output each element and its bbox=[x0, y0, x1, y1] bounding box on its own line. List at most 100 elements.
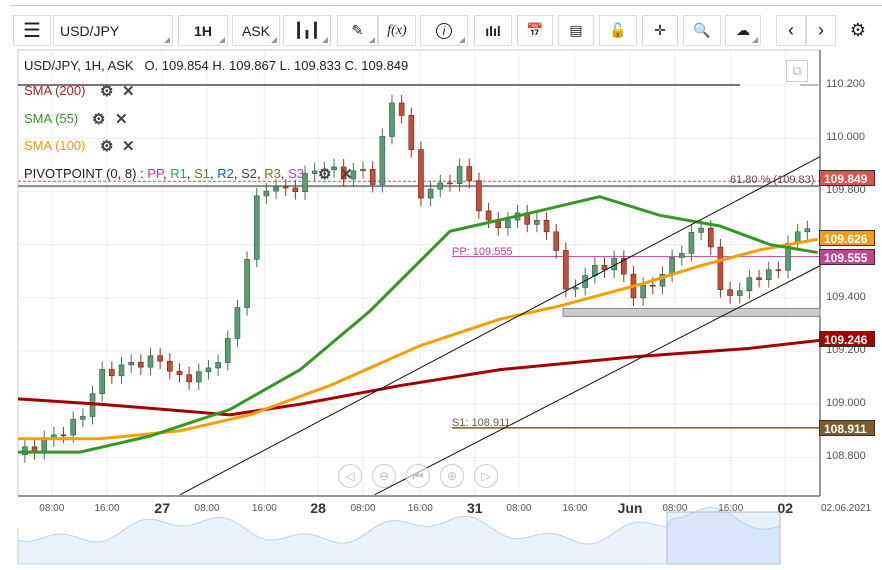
sma55-legend[interactable]: SMA (55) bbox=[24, 111, 78, 126]
gear-icon[interactable]: ⚙ bbox=[318, 165, 331, 183]
close-icon[interactable]: ✕ bbox=[115, 110, 128, 128]
x-tick: 08:00 bbox=[194, 503, 220, 514]
candle bbox=[128, 361, 134, 366]
x-tick: 08:00 bbox=[39, 503, 65, 514]
candle bbox=[640, 284, 646, 299]
candle bbox=[224, 338, 231, 363]
candle bbox=[447, 182, 453, 185]
candle bbox=[563, 250, 569, 290]
candle bbox=[408, 115, 415, 150]
candle bbox=[437, 182, 444, 190]
pivot-sep: : bbox=[136, 166, 148, 181]
x-tick: 16:00 bbox=[94, 503, 120, 514]
x-tick: 16:00 bbox=[407, 503, 433, 514]
pivot-legend[interactable]: PIVOTPOINT (0, 8) : PP, R1, S1, R2, S2, … bbox=[24, 166, 304, 181]
candle bbox=[678, 253, 685, 258]
y-tick: 110.200 bbox=[826, 78, 865, 90]
candle bbox=[147, 355, 154, 368]
candle bbox=[205, 367, 212, 372]
candle bbox=[215, 362, 221, 369]
close-icon[interactable]: ✕ bbox=[340, 165, 353, 183]
candle bbox=[273, 186, 279, 192]
candle bbox=[234, 307, 241, 339]
x-tick: 08:00 bbox=[662, 503, 688, 514]
candle bbox=[41, 438, 48, 452]
candle bbox=[456, 166, 463, 184]
candle bbox=[736, 290, 743, 296]
x-tick: 08:00 bbox=[350, 503, 376, 514]
zoom-in-button[interactable]: ⊕ bbox=[440, 464, 464, 488]
candle bbox=[282, 186, 289, 189]
candle bbox=[543, 219, 550, 233]
pp-label: PP: 109.555 bbox=[452, 246, 513, 258]
x-tick: 08:00 bbox=[506, 503, 532, 514]
s1-label: S1: 108.911 bbox=[452, 417, 511, 429]
y-tick: 110.000 bbox=[826, 131, 865, 144]
chart-header: USD/JPY, 1H, ASK O. 109.854 H. 109.867 L… bbox=[24, 58, 408, 73]
candle bbox=[244, 258, 250, 308]
candle bbox=[331, 166, 337, 171]
candle bbox=[263, 190, 270, 197]
candle bbox=[60, 434, 67, 437]
candle bbox=[167, 360, 173, 372]
candle bbox=[669, 257, 675, 275]
x-tick: 16:00 bbox=[251, 503, 277, 514]
candle bbox=[688, 232, 695, 254]
sma100-legend[interactable]: SMA (100) bbox=[24, 138, 85, 153]
fib-label: 61.80 % (109.83) bbox=[730, 174, 815, 186]
sma200-legend[interactable]: SMA (200) bbox=[24, 83, 85, 98]
scroll-right-button[interactable]: ▷ bbox=[474, 464, 498, 488]
candle bbox=[775, 269, 782, 272]
price-label: 109.246 bbox=[819, 330, 875, 347]
candle bbox=[195, 371, 202, 383]
candle bbox=[727, 289, 733, 296]
chart-info: USD/JPY, 1H, ASK bbox=[24, 58, 134, 73]
pivot-item: R3 bbox=[264, 166, 281, 181]
candle bbox=[157, 355, 163, 362]
candle bbox=[418, 149, 424, 199]
pivot-label: PIVOTPOINT (0, 8) bbox=[24, 166, 137, 181]
candle bbox=[698, 227, 704, 233]
candle bbox=[592, 264, 598, 276]
triangle-left-icon: ◁ bbox=[345, 469, 355, 483]
close-icon[interactable]: ✕ bbox=[122, 82, 135, 100]
candle bbox=[427, 188, 434, 199]
price-label: 109.555 bbox=[819, 248, 875, 265]
reset-icon: ⏮ bbox=[412, 468, 424, 483]
reset-button[interactable]: ⏮ bbox=[406, 464, 430, 488]
pivot-item: R1 bbox=[170, 166, 187, 181]
close-icon[interactable]: ✕ bbox=[122, 137, 135, 155]
candle bbox=[379, 136, 386, 185]
zoom-out-button[interactable]: ⊖ bbox=[372, 464, 396, 488]
x-tick: 16:00 bbox=[718, 503, 744, 514]
candle bbox=[649, 284, 656, 287]
zoom-in-icon: ⊕ bbox=[446, 469, 458, 483]
scroll-left-button[interactable]: ◁ bbox=[338, 464, 362, 488]
y-tick: 109.000 bbox=[826, 397, 866, 410]
candle bbox=[485, 210, 492, 221]
gear-icon[interactable]: ⚙ bbox=[100, 137, 113, 155]
gear-icon[interactable]: ⚙ bbox=[100, 82, 113, 100]
candle bbox=[756, 277, 762, 280]
x-tick: 27 bbox=[154, 500, 170, 516]
ohlc-values: O. 109.854 H. 109.867 L. 109.833 C. 109.… bbox=[144, 58, 409, 73]
x-tick: 16:00 bbox=[562, 503, 588, 514]
pivot-item: PP bbox=[147, 166, 163, 181]
navigator-selection bbox=[666, 511, 781, 565]
maximize-button[interactable]: ⧉ bbox=[786, 60, 808, 82]
candle bbox=[99, 369, 105, 394]
pivot-item: S3 bbox=[288, 166, 304, 181]
candle bbox=[765, 269, 772, 280]
pivot-item: S1 bbox=[194, 166, 210, 181]
candle bbox=[311, 170, 318, 174]
gear-icon[interactable]: ⚙ bbox=[92, 110, 105, 128]
candle bbox=[398, 102, 405, 116]
candle bbox=[369, 168, 376, 185]
triangle-right-icon: ▷ bbox=[481, 469, 491, 483]
candle bbox=[534, 219, 540, 225]
candle bbox=[70, 418, 76, 436]
price-label: 109.626 bbox=[819, 229, 875, 246]
plot-area bbox=[17, 49, 821, 497]
pivot-item: R2 bbox=[217, 166, 234, 181]
candle bbox=[476, 180, 482, 212]
